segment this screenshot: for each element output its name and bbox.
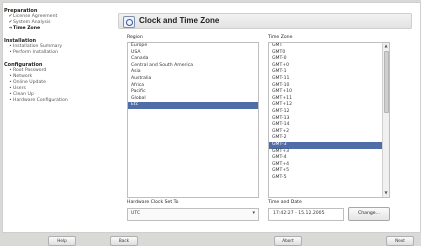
region-item[interactable]: Pacific: [128, 89, 258, 96]
hardware-clock-label: Hardware Clock Set To: [127, 200, 179, 205]
timezone-item[interactable]: GMT-1: [269, 69, 382, 76]
help-button-label: Help: [57, 238, 67, 243]
timezone-item[interactable]: GMT+12: [269, 102, 382, 109]
timezone-item[interactable]: GMT+10: [269, 89, 382, 96]
sidebar-section: Preparation ✔ License Agreement ✔ System Ana…: [4, 8, 110, 32]
clock-icon: [123, 16, 135, 28]
timezone-item[interactable]: GMT-0: [269, 56, 382, 63]
change-button-label: Change...: [358, 211, 380, 216]
timezone-item[interactable]: GMT-14: [269, 122, 382, 129]
timezone-item[interactable]: GMT: [269, 43, 382, 50]
change-button[interactable]: Change...: [348, 207, 390, 221]
timezone-item[interactable]: GMT-2: [269, 135, 382, 142]
time-date-value: 17:42:27 - 15.12.2005: [273, 211, 325, 216]
next-button-label: Next: [395, 238, 405, 243]
region-item[interactable]: Etc: [128, 102, 258, 109]
steps-sidebar: Preparation ✔ License Agreement ✔ System Ana…: [4, 8, 110, 228]
timezone-label: Time Zone: [268, 35, 293, 40]
abort-button[interactable]: Abort: [274, 236, 302, 246]
region-list[interactable]: Europe USA Canada Central and South America…: [127, 42, 259, 198]
region-item[interactable]: Australia: [128, 76, 258, 83]
region-item[interactable]: Central and South America: [128, 63, 258, 70]
region-item[interactable]: Europe: [128, 43, 258, 50]
region-label: Region: [127, 35, 143, 40]
sidebar-step: • Perform Installation: [4, 50, 110, 56]
back-button[interactable]: Back: [110, 236, 138, 246]
title-bar: Clock and Time Zone: [118, 13, 412, 29]
next-button[interactable]: Next: [386, 236, 414, 246]
timezone-scrollbar[interactable]: ▲ ▼: [382, 43, 389, 197]
sidebar-step: ➜ Time Zone: [4, 26, 110, 32]
scroll-up-icon[interactable]: ▲: [383, 43, 389, 50]
region-item[interactable]: Asia: [128, 69, 258, 76]
timezone-item[interactable]: GMT-3: [269, 141, 382, 149]
scroll-down-icon[interactable]: ▼: [383, 190, 389, 197]
hardware-clock-select[interactable]: UTC ▾: [127, 208, 259, 221]
region-item[interactable]: Canada: [128, 56, 258, 63]
abort-button-label: Abort: [282, 238, 294, 243]
timezone-item[interactable]: GMT-11: [269, 76, 382, 83]
help-button[interactable]: Help: [48, 236, 76, 246]
back-button-label: Back: [118, 238, 130, 243]
sidebar-section: Configuration • Root Password • Network • Onli…: [4, 62, 110, 104]
page-title: Clock and Time Zone: [139, 16, 220, 25]
sidebar-step-label: Time Zone: [13, 26, 41, 31]
timezone-item[interactable]: GMT-4: [269, 155, 382, 162]
sidebar-section: Installation • Installation Summary • Perfor…: [4, 38, 110, 56]
chevron-down-icon: ▾: [252, 210, 255, 216]
sidebar-step-label: Hardware Configuration: [13, 98, 68, 103]
timezone-list[interactable]: GMT GMT0 GMT-0 GMT+0 GMT-1 GMT-11 GMT-10 GMT+10…: [268, 42, 390, 198]
time-date-label: Time and Date: [268, 200, 302, 205]
time-date-field: 17:42:27 - 15.12.2005: [268, 208, 344, 221]
timezone-item[interactable]: GMT-5: [269, 175, 382, 182]
timezone-item[interactable]: GMT-12: [269, 109, 382, 116]
sidebar-step-label: Perform Installation: [13, 50, 58, 55]
sidebar-step: • Hardware Configuration: [4, 98, 110, 104]
timezone-item[interactable]: GMT+5: [269, 168, 382, 175]
region-item[interactable]: Africa: [128, 83, 258, 90]
hardware-clock-value: UTC: [131, 211, 141, 216]
scroll-thumb[interactable]: [384, 51, 389, 113]
region-item[interactable]: Global: [128, 96, 258, 103]
